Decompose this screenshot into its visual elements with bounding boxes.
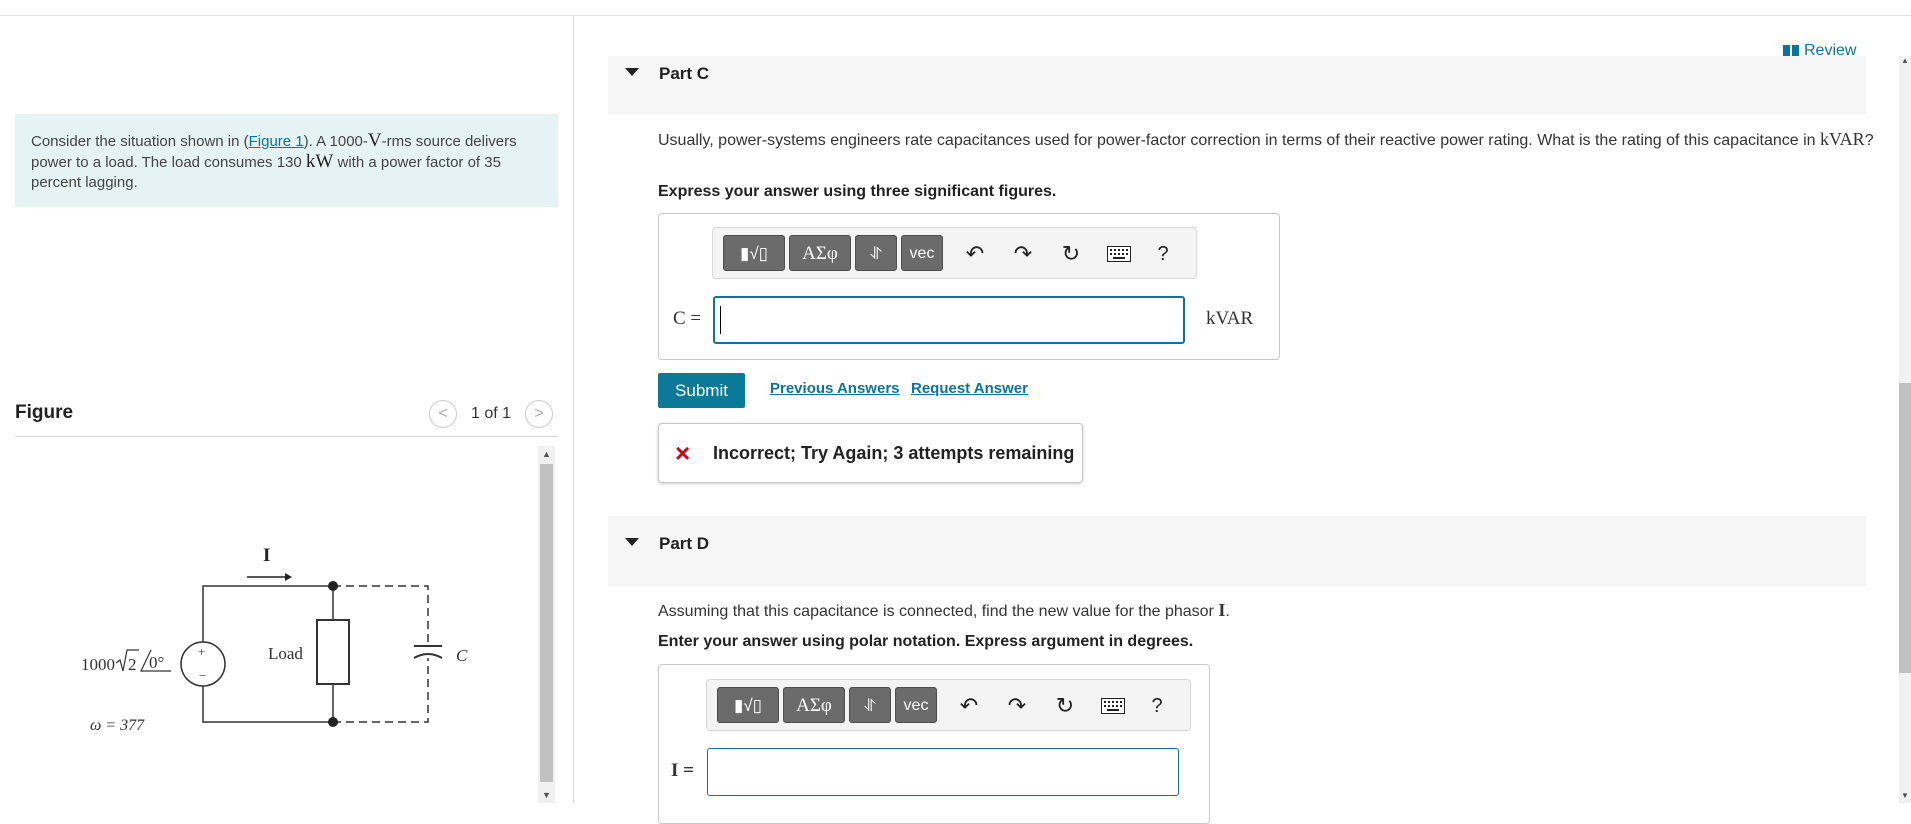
help-button[interactable]: ? — [1143, 692, 1171, 720]
intro-text: ). A 1000- — [303, 133, 368, 150]
keyboard-icon[interactable] — [1099, 692, 1127, 720]
part-c-header[interactable]: Part C — [608, 56, 1866, 114]
top-divider — [0, 0, 1911, 16]
i-equals-label: I = — [671, 760, 694, 781]
chevron-left-icon: < — [438, 405, 448, 422]
chevron-right-icon: > — [534, 405, 544, 422]
part-c-answer-box: ▮√▯ ΑΣφ ⥯ vec ↶ ↷ ↻ ? C = kVAR — [658, 213, 1280, 360]
undo-icon[interactable]: ↶ — [955, 692, 983, 720]
question-text: Assuming that this capacitance is connec… — [658, 603, 1219, 620]
bottom-node — [328, 717, 338, 727]
part-c-instruction: Express your answer using three signific… — [658, 183, 1057, 200]
source-angle: 0° — [149, 653, 164, 672]
c-equals-label: C = — [673, 308, 702, 329]
figure-scroll-thumb[interactable] — [540, 464, 553, 782]
question-end: . — [1225, 603, 1230, 620]
cap-plate-bottom — [413, 653, 443, 659]
omega-label: ω = 377 — [90, 717, 145, 734]
collapse-caret-icon[interactable] — [625, 538, 639, 546]
scroll-down-arrow[interactable]: ▼ — [538, 787, 555, 803]
current-label: I — [263, 545, 270, 566]
vec-button[interactable]: vec — [895, 687, 937, 723]
volt-symbol: V — [367, 130, 382, 151]
page-scrollbar[interactable]: ▲ ▼ — [1899, 56, 1911, 803]
source-sqrt-value: 2 — [128, 655, 137, 674]
math-toolbar: ▮√▯ ΑΣφ ⥯ vec ↶ ↷ ↻ ? — [712, 227, 1197, 279]
reset-icon[interactable]: ↻ — [1057, 240, 1085, 268]
book-icon — [1783, 45, 1799, 56]
part-d-header[interactable]: Part D — [608, 516, 1866, 586]
top-wire — [202, 585, 333, 653]
scroll-up-arrow[interactable]: ▲ — [538, 446, 555, 462]
redo-icon[interactable]: ↷ — [1003, 692, 1031, 720]
i-answer-input[interactable] — [707, 748, 1179, 796]
figure-title: Figure — [15, 402, 74, 423]
source-minus: − — [199, 668, 206, 683]
capacitor-label: C — [456, 646, 468, 665]
feedback-message: Incorrect; Try Again; 3 attempts remaini… — [713, 443, 1075, 463]
figure-viewport: I C Load + − 1000 2 0° ω = 377 — [15, 446, 555, 803]
help-button[interactable]: ? — [1149, 240, 1177, 268]
intro-text: Consider the situation shown in ( — [31, 133, 249, 150]
figure-header: Figure < 1 of 1 > — [15, 398, 558, 437]
incorrect-icon: × — [675, 438, 691, 468]
arrows-button[interactable]: ⥯ — [849, 687, 891, 723]
keyboard-icon[interactable] — [1105, 240, 1133, 268]
load-label: Load — [268, 644, 303, 663]
vec-button[interactable]: vec — [901, 235, 943, 271]
prev-figure-button[interactable]: < — [429, 400, 457, 428]
bottom-wire — [202, 675, 333, 723]
greek-button[interactable]: ΑΣφ — [783, 687, 845, 723]
greek-button[interactable]: ΑΣφ — [789, 235, 851, 271]
figure-pager: 1 of 1 — [471, 405, 512, 422]
feedback-box: × Incorrect; Try Again; 3 attempts remai… — [658, 423, 1083, 483]
templates-button[interactable]: ▮√▯ — [723, 235, 785, 271]
top-node — [328, 581, 338, 591]
redo-icon[interactable]: ↷ — [1009, 240, 1037, 268]
templates-button[interactable]: ▮√▯ — [717, 687, 779, 723]
page-scroll-thumb[interactable] — [1899, 383, 1911, 673]
previous-answers-link[interactable]: Previous Answers — [770, 380, 900, 397]
keyboard-glyph — [1101, 698, 1125, 714]
figure-scrollbar[interactable]: ▲ ▼ — [538, 446, 555, 803]
figure-link[interactable]: Figure 1 — [249, 133, 304, 150]
part-c-label: Part C — [659, 64, 710, 83]
page-scroll-up[interactable]: ▲ — [1899, 56, 1911, 68]
source-plus: + — [198, 644, 205, 659]
part-d-question: Assuming that this capacitance is connec… — [658, 600, 1230, 622]
kvar-unit: kVAR — [1206, 308, 1254, 329]
keyboard-glyph — [1107, 246, 1131, 262]
question-end: ? — [1864, 132, 1874, 149]
load-resistor — [316, 619, 350, 685]
text-cursor — [720, 306, 721, 334]
part-d-instruction: Enter your answer using polar notation. … — [658, 633, 1194, 650]
circuit-diagram: I C Load + − 1000 2 0° ω = 377 — [81, 545, 468, 734]
collapse-caret-icon[interactable] — [625, 68, 639, 76]
arrows-button[interactable]: ⥯ — [855, 235, 897, 271]
problem-intro: Consider the situation shown in (Figure … — [15, 114, 558, 207]
part-d-label: Part D — [659, 534, 710, 553]
question-unit: kVAR — [1820, 129, 1865, 149]
next-figure-button[interactable]: > — [525, 400, 553, 428]
reset-icon[interactable]: ↻ — [1051, 692, 1079, 720]
kw-symbol: kW — [305, 151, 334, 172]
current-arrowhead — [285, 573, 292, 581]
request-answer-link[interactable]: Request Answer — [911, 380, 1028, 397]
answer-panel: Review Part C Usually, power-systems eng… — [575, 16, 1893, 824]
math-toolbar: ▮√▯ ΑΣφ ⥯ vec ↶ ↷ ↻ ? — [706, 679, 1191, 731]
c-answer-input[interactable] — [713, 296, 1185, 344]
problem-panel: Consider the situation shown in (Figure … — [0, 16, 574, 803]
submit-button[interactable]: Submit — [658, 373, 745, 408]
page-scroll-down[interactable]: ▼ — [1899, 791, 1911, 803]
part-c-question: Usually, power-systems engineers rate ca… — [658, 129, 1878, 151]
undo-icon[interactable]: ↶ — [961, 240, 989, 268]
source-magnitude: 1000 — [81, 655, 115, 674]
part-d-answer-box: ▮√▯ ΑΣφ ⥯ vec ↶ ↷ ↻ ? I = — [658, 664, 1210, 824]
question-text: Usually, power-systems engineers rate ca… — [658, 132, 1820, 149]
